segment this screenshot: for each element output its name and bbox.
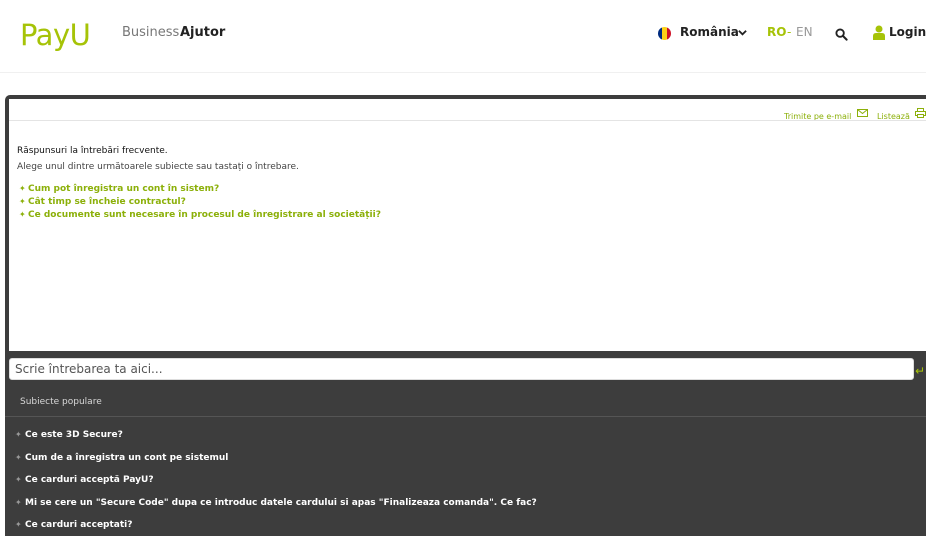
faq-item-label[interactable]: Cât timp se încheie contractul? (28, 197, 186, 207)
lang-en-link[interactable]: EN (796, 25, 813, 39)
romania-flag-icon (658, 27, 671, 40)
faq-item[interactable]: ✦ Ce documente sunt necesare în procesul … (19, 208, 381, 221)
faq-item[interactable]: ✦ Cum pot înregistra un cont în sistem? (19, 182, 381, 195)
question-input[interactable] (9, 358, 914, 380)
printer-icon[interactable] (915, 108, 926, 118)
faq-list: ✦ Cum pot înregistra un cont în sistem? ✦… (19, 182, 381, 221)
bullet-star-icon: ✦ (15, 452, 22, 462)
faq-title: Răspunsuri la întrebări frecvente. (17, 146, 168, 156)
popular-item-label[interactable]: Mi se cere un "Secure Code" dupa ce intr… (25, 498, 537, 508)
logo-text: PayU (20, 18, 91, 52)
bullet-star-icon: ✦ (15, 497, 22, 507)
bullet-star-icon: ✦ (15, 520, 22, 529)
enter-icon[interactable]: ↵ (915, 364, 925, 378)
lang-separator: - (787, 25, 792, 39)
bullet-star-icon: ✦ (15, 430, 22, 439)
search-icon[interactable] (835, 28, 848, 41)
popular-item[interactable]: ✦ Ce este 3D Secure? (15, 428, 537, 451)
bullet-star-icon: ✦ (19, 210, 26, 219)
popular-divider (5, 416, 926, 417)
bullet-star-icon: ✦ (19, 184, 26, 193)
popular-item[interactable]: ✦ Ce carduri acceptati? (15, 518, 537, 536)
nav-ajutor-link[interactable]: Ajutor (180, 25, 225, 40)
country-selector[interactable]: România (680, 25, 739, 39)
faq-item[interactable]: ✦ Cât timp se încheie contractul? (19, 195, 381, 208)
toolbar-divider (9, 120, 926, 121)
popular-item-label[interactable]: Cum de a înregistra un cont pe sistemul (25, 453, 228, 463)
popular-topics-list: ✦ Ce este 3D Secure? ✦ Cum de a înregistra… (15, 428, 537, 536)
site-header: PayU Business Ajutor România RO - EN Log… (0, 0, 926, 73)
login-link[interactable]: Login (889, 25, 926, 39)
mail-icon[interactable] (857, 109, 868, 117)
chevron-down-icon[interactable] (738, 28, 747, 37)
user-icon[interactable] (873, 25, 885, 40)
popular-item[interactable]: ✦ Mi se cere un "Secure Code" dupa ce int… (15, 496, 537, 519)
bullet-star-icon: ✦ (19, 197, 26, 206)
popular-item-label[interactable]: Ce carduri acceptati? (25, 520, 132, 530)
faq-item-label[interactable]: Cum pot înregistra un cont în sistem? (28, 184, 219, 194)
popular-item-label[interactable]: Ce carduri acceptă PayU? (25, 475, 154, 485)
nav-business-link[interactable]: Business (122, 25, 179, 40)
faq-item-label[interactable]: Ce documente sunt necesare în procesul d… (28, 210, 381, 220)
bullet-star-icon: ✦ (15, 475, 22, 484)
lang-ro-link[interactable]: RO (767, 25, 786, 39)
popular-topics-title: Subiecte populare (20, 397, 102, 407)
popular-item-label[interactable]: Ce este 3D Secure? (25, 430, 123, 440)
faq-subtitle: Alege unul dintre următoarele subiecte s… (17, 162, 299, 172)
popular-item[interactable]: ✦ Cum de a înregistra un cont pe sistemul (15, 451, 537, 474)
answer-panel: Trimite pe e-mail Listează Răspunsuri la… (9, 99, 926, 351)
popular-item[interactable]: ✦ Ce carduri acceptă PayU? (15, 473, 537, 496)
help-widget: Trimite pe e-mail Listează Răspunsuri la… (5, 95, 926, 536)
